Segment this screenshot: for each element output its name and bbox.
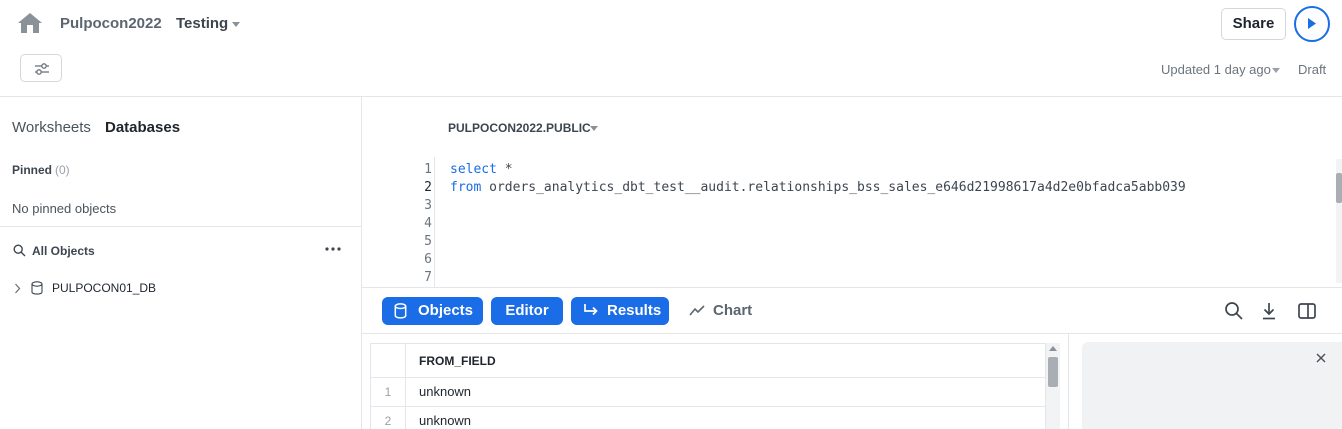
line-number: 1 [424, 162, 432, 177]
header: Pulpocon2022 Testing Share Updated 1 day… [0, 0, 1342, 97]
draft-badge: Draft [1298, 62, 1327, 77]
results-toggle-button[interactable]: Results [571, 297, 669, 325]
tab-worksheets[interactable]: Worksheets [12, 119, 91, 136]
more-options-icon[interactable] [323, 239, 343, 259]
home-icon[interactable] [17, 12, 43, 34]
table-cell[interactable]: unknown [419, 378, 471, 406]
object-explorer: Worksheets Databases Pinned (0) No pinned… [0, 97, 362, 429]
sliders-icon [35, 63, 49, 75]
table-cell[interactable]: unknown [419, 407, 471, 429]
tab-databases[interactable]: Databases [105, 119, 180, 136]
database-icon [31, 281, 43, 295]
breadcrumb-database[interactable]: Pulpocon2022 [60, 15, 162, 32]
context-selector[interactable]: PULPOCON2022.PUBLIC [448, 121, 591, 135]
line-number: 7 [424, 270, 432, 285]
scroll-up-icon[interactable] [1049, 346, 1057, 351]
scrollbar-thumb[interactable] [1048, 357, 1058, 387]
editor-scrollbar[interactable] [1336, 159, 1342, 283]
sql-keyword: select [450, 162, 497, 177]
sql-text: * [496, 162, 513, 177]
column-header[interactable]: FROM_FIELD [419, 344, 496, 378]
scrollbar-thumb[interactable] [1336, 173, 1342, 203]
updated-status[interactable]: Updated 1 day ago [1161, 62, 1271, 77]
pinned-count: (0) [55, 163, 70, 177]
split-panel-icon[interactable] [1297, 301, 1317, 321]
pinned-section-title: Pinned (0) [12, 163, 70, 177]
table-header-row: FROM_FIELD [371, 344, 1045, 378]
row-index-header [371, 344, 406, 377]
line-numbers: 1 2 3 4 5 6 7 [386, 161, 436, 287]
sql-text: orders_analytics_dbt_test__audit.relatio… [481, 180, 1186, 195]
pinned-label: Pinned [12, 163, 53, 177]
tree-item-label[interactable]: PULPOCON01_DB [52, 281, 156, 295]
row-index: 2 [371, 407, 406, 429]
tree-item-database[interactable]: PULPOCON01_DB [12, 279, 312, 299]
code-line-2[interactable]: from orders_analytics_dbt_test__audit.re… [450, 179, 1186, 197]
search-icon[interactable] [1224, 301, 1244, 321]
chevron-down-icon[interactable] [590, 126, 598, 131]
all-objects-filter[interactable]: All Objects [32, 244, 95, 258]
row-index: 1 [371, 378, 406, 406]
line-number: 5 [424, 234, 432, 249]
line-number: 2 [424, 180, 432, 195]
chart-label: Chart [713, 302, 753, 319]
code-text[interactable]: select * from orders_analytics_dbt_test__… [450, 161, 1186, 197]
play-icon [1308, 18, 1316, 29]
line-number: 4 [424, 216, 432, 231]
results-label: Results [607, 302, 662, 319]
line-number: 6 [424, 252, 432, 267]
grid-scrollbar[interactable] [1046, 343, 1060, 429]
close-icon[interactable] [1314, 351, 1328, 365]
share-button[interactable]: Share [1221, 8, 1286, 40]
chevron-down-icon[interactable] [1272, 68, 1280, 73]
objects-label: Objects [418, 302, 474, 319]
table-row[interactable]: 2 unknown [371, 407, 1045, 429]
worksheet-name[interactable]: Testing [176, 15, 228, 32]
inspector-panel [1082, 342, 1342, 429]
sql-keyword: from [450, 180, 482, 195]
objects-toggle-button[interactable]: Objects [382, 297, 483, 325]
editor-toggle-button[interactable]: Editor [491, 297, 563, 325]
code-line-1[interactable]: select * [450, 161, 1186, 179]
chevron-right-icon[interactable] [14, 283, 21, 294]
download-icon[interactable] [1259, 301, 1279, 321]
database-icon [394, 303, 407, 319]
filter-settings-button[interactable] [20, 54, 62, 82]
line-chart-icon [689, 305, 705, 316]
no-pinned-message: No pinned objects [12, 201, 117, 216]
gutter-divider [434, 157, 435, 287]
chevron-down-icon[interactable] [232, 22, 240, 27]
table-row[interactable]: 1 unknown [371, 378, 1045, 407]
return-arrow-icon [584, 304, 598, 316]
run-button[interactable] [1294, 6, 1330, 42]
sql-editor[interactable]: PULPOCON2022.PUBLIC 1 2 3 4 5 6 7 select… [362, 97, 1342, 287]
results-grid[interactable]: FROM_FIELD 1 unknown 2 unknown [370, 343, 1046, 429]
line-number: 3 [424, 198, 432, 213]
divider [0, 226, 361, 227]
search-icon [13, 244, 26, 257]
results-toolbar: Objects Editor Results Chart [362, 287, 1342, 334]
panel-divider[interactable] [1068, 334, 1069, 429]
